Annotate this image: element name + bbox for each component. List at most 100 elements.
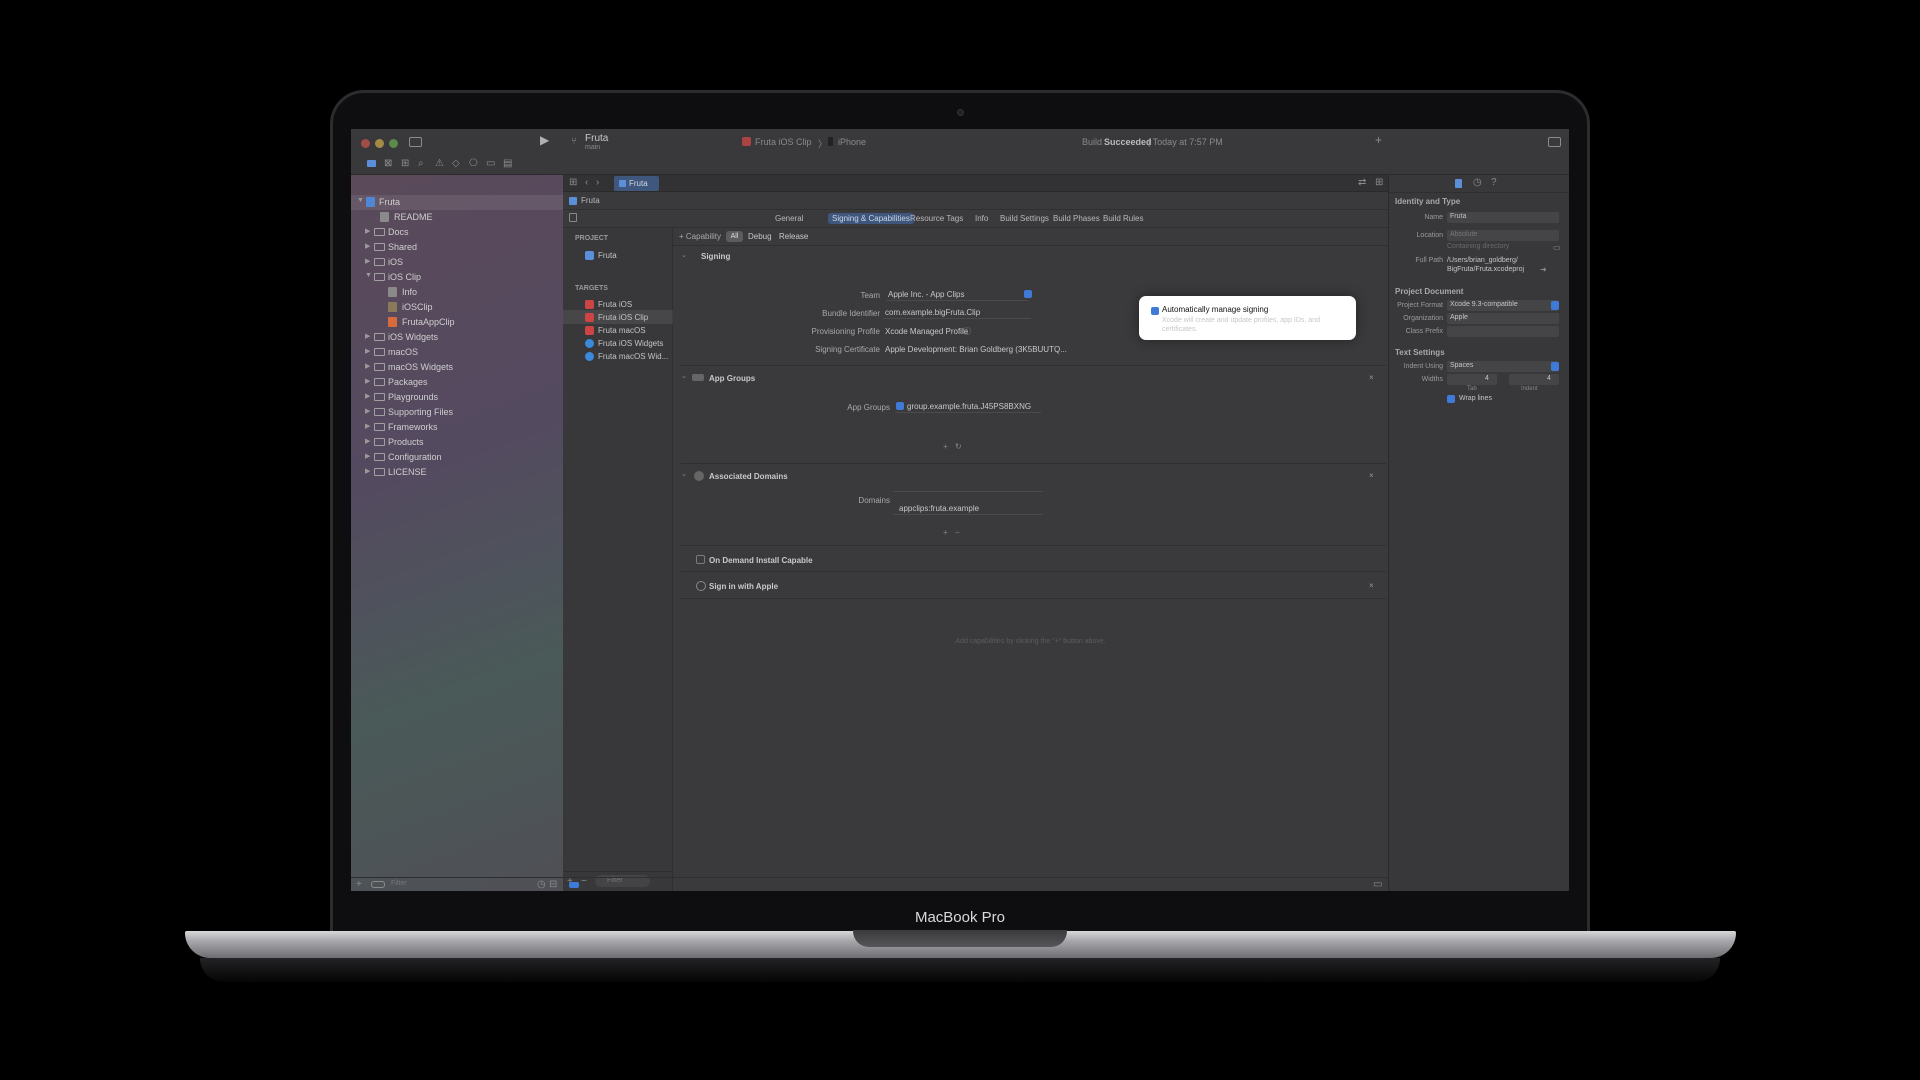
domain-row[interactable]: appclips:fruta.example	[893, 502, 1043, 515]
minimize-window-button[interactable]	[375, 139, 384, 148]
remove-icon[interactable]: −	[955, 528, 960, 537]
scm-filter-icon[interactable]: ⊟	[549, 880, 557, 890]
tab-build-phases[interactable]: Build Phases	[1053, 214, 1100, 223]
org-field[interactable]: Apple	[1447, 313, 1559, 324]
history-icon[interactable]: ◷	[1473, 178, 1482, 188]
related-items-icon[interactable]: ⊞	[569, 178, 577, 188]
tab-general[interactable]: General	[775, 214, 803, 223]
nav-item[interactable]: ▼ iOS Clip	[351, 270, 563, 285]
indent-width-field[interactable]: 4	[1509, 374, 1559, 385]
issue-navigator-icon[interactable]: ⚠	[435, 159, 444, 169]
nav-item[interactable]: ▶ Playgrounds	[351, 390, 563, 405]
file-inspector-icon[interactable]	[1455, 179, 1462, 188]
source-control-icon[interactable]: ⊠	[384, 159, 392, 169]
location-select[interactable]: Absolute	[1447, 230, 1559, 241]
nav-item[interactable]: ▶ Products	[351, 435, 563, 450]
nav-item[interactable]: ▶ iOS	[351, 255, 563, 270]
format-select[interactable]: Xcode 9.3-compatible	[1447, 300, 1559, 311]
nav-item[interactable]: ▶ macOS Widgets	[351, 360, 563, 375]
inspector-toggle-icon[interactable]	[1548, 137, 1561, 147]
help-icon[interactable]: ?	[1491, 178, 1497, 188]
chevron-right-icon[interactable]: ▶	[365, 407, 370, 415]
tab-signing-capabilities[interactable]: Signing & Capabilities	[828, 213, 914, 224]
chevron-right-icon[interactable]: ▶	[365, 332, 370, 340]
add-icon[interactable]: +	[943, 442, 948, 451]
nav-item[interactable]: README	[351, 210, 563, 225]
chevron-right-icon[interactable]: ▶	[365, 257, 370, 265]
app-group-checkbox[interactable]	[896, 402, 904, 410]
filter-toggle-icon[interactable]	[371, 881, 385, 888]
zoom-window-button[interactable]	[389, 139, 398, 148]
add-file-icon[interactable]: +	[356, 880, 362, 890]
name-field[interactable]: Fruta	[1447, 212, 1559, 223]
chevron-right-icon[interactable]: ▶	[365, 242, 370, 250]
chevron-right-icon[interactable]: ▶	[365, 347, 370, 355]
test-navigator-icon[interactable]: ◇	[452, 159, 460, 169]
nav-root-fruta[interactable]: ▼ Fruta	[351, 195, 563, 210]
add-icon[interactable]: +	[1375, 134, 1382, 146]
tab-build-settings[interactable]: Build Settings	[1000, 214, 1049, 223]
config-debug-button[interactable]: Debug	[748, 232, 772, 241]
tab-width-field[interactable]: 4	[1447, 374, 1497, 385]
chevron-right-icon[interactable]: ▶	[365, 392, 370, 400]
info-icon[interactable]: ⓘ	[963, 326, 971, 337]
chevron-right-icon[interactable]: ▶	[365, 452, 370, 460]
delete-capability-icon[interactable]: ×	[1369, 373, 1374, 382]
find-navigator-icon[interactable]: ⌕	[418, 159, 424, 169]
auto-signing-checkbox[interactable]	[1151, 307, 1159, 315]
chevron-right-icon[interactable]: ▶	[365, 362, 370, 370]
nav-item[interactable]: FrutaAppClip	[351, 315, 563, 330]
sidebar-toggle-icon[interactable]	[409, 137, 422, 147]
run-icon[interactable]: ▶	[540, 134, 549, 146]
chevron-down-icon[interactable]: ⌄	[681, 470, 687, 478]
target-row[interactable]: Fruta macOS Wid...	[563, 349, 673, 363]
bundle-id-field[interactable]: com.example.bigFruta.Clip	[883, 306, 1031, 319]
close-window-button[interactable]	[361, 139, 370, 148]
debug-navigator-icon[interactable]: ⎔	[469, 159, 478, 169]
forward-icon[interactable]: ›	[596, 178, 599, 188]
delete-capability-icon[interactable]: ×	[1369, 471, 1374, 480]
nav-item[interactable]: ▶ Packages	[351, 375, 563, 390]
tab-info[interactable]: Info	[975, 214, 988, 223]
destination-selector[interactable]: iPhone	[838, 137, 866, 147]
nav-item[interactable]: ▶ Docs	[351, 225, 563, 240]
chevron-right-icon[interactable]: ▶	[365, 377, 370, 385]
wrap-lines-checkbox[interactable]	[1447, 395, 1455, 403]
nav-item[interactable]: ▶ Supporting Files	[351, 405, 563, 420]
target-row[interactable]: Fruta iOS Widgets	[563, 336, 673, 350]
refresh-icon[interactable]: ⇄	[1358, 178, 1366, 188]
reveal-icon[interactable]: ➜	[1540, 265, 1547, 275]
config-release-button[interactable]: Release	[779, 232, 808, 241]
class-prefix-field[interactable]	[1447, 326, 1559, 337]
nav-item[interactable]: ▶ Shared	[351, 240, 563, 255]
back-icon[interactable]: ‹	[585, 178, 588, 188]
hide-targets-icon[interactable]	[569, 213, 577, 222]
chevron-right-icon[interactable]: ▶	[365, 437, 370, 445]
add-icon[interactable]: +	[943, 528, 948, 537]
nav-item[interactable]: ▶ iOS Widgets	[351, 330, 563, 345]
indent-select[interactable]: Spaces	[1447, 361, 1559, 372]
chevron-right-icon[interactable]: ▶	[365, 467, 370, 475]
nav-item[interactable]: ▶ Frameworks	[351, 420, 563, 435]
folder-icon[interactable]: ▭	[1553, 243, 1561, 253]
debug-area-icon[interactable]	[569, 882, 579, 888]
team-select[interactable]: Apple Inc. - App Clips	[886, 288, 1032, 301]
tab-resource-tags[interactable]: Resource Tags	[910, 214, 963, 223]
project-row[interactable]: Fruta	[563, 248, 673, 262]
nav-item[interactable]: Info	[351, 285, 563, 300]
navigator-filter-input[interactable]: Filter	[391, 880, 407, 887]
split-editor-icon[interactable]: ⊞	[1375, 178, 1383, 188]
target-row[interactable]: Fruta iOS Clip	[563, 310, 673, 324]
target-row[interactable]: Fruta macOS	[563, 323, 673, 337]
breadcrumb[interactable]: Fruta	[581, 196, 600, 205]
tab-fruta[interactable]: Fruta	[614, 176, 659, 191]
chevron-right-icon[interactable]: ▶	[365, 227, 370, 235]
nav-item[interactable]: ▶ macOS	[351, 345, 563, 360]
recent-files-icon[interactable]: ◷	[537, 880, 546, 890]
tab-build-rules[interactable]: Build Rules	[1103, 214, 1143, 223]
chevron-down-icon[interactable]: ⌄	[681, 251, 687, 259]
chevron-right-icon[interactable]: ▶	[365, 422, 370, 430]
add-capability-button[interactable]: + Capability	[679, 232, 721, 241]
chevron-down-icon[interactable]: ⌄	[681, 372, 687, 380]
config-all-button[interactable]: All	[726, 231, 743, 242]
